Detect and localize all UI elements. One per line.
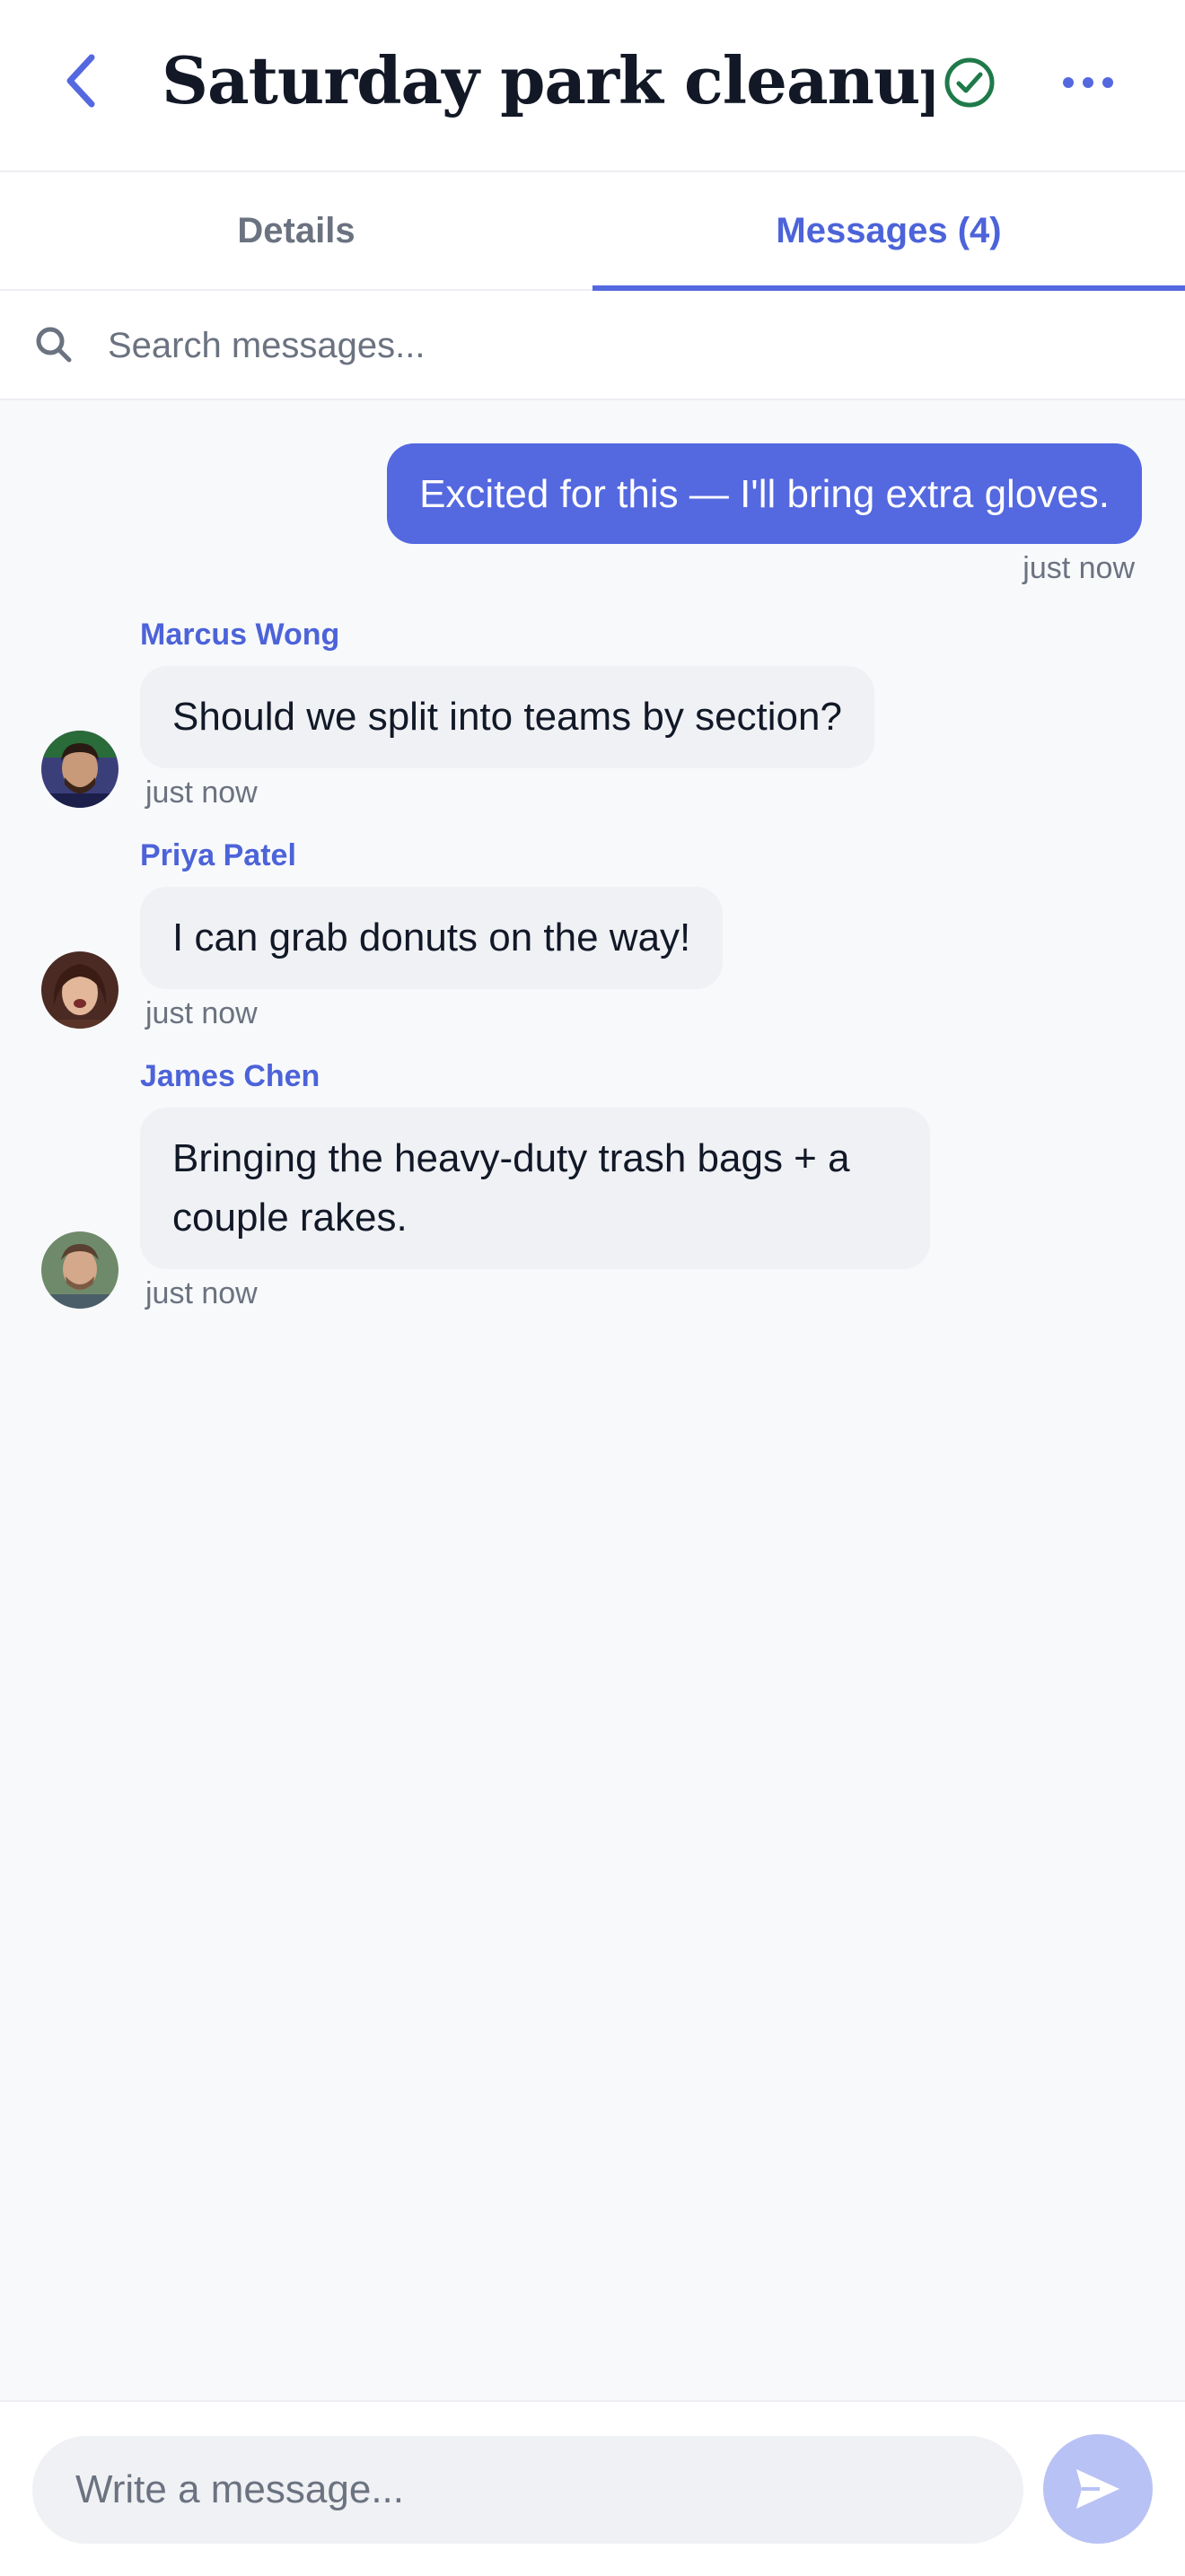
message-bubble-incoming: Should we split into teams by section?	[140, 666, 874, 768]
message-timestamp: just now	[1023, 551, 1135, 585]
message-sender-name: James Chen	[140, 1059, 320, 1093]
avatar-image	[41, 1231, 118, 1309]
avatar[interactable]	[41, 1231, 118, 1309]
avatar-image	[41, 951, 118, 1029]
message-composer	[0, 2400, 1185, 2576]
app-root: Saturday park cleanup Details Messages (…	[0, 0, 1185, 2576]
chevron-left-icon	[66, 54, 95, 108]
ellipsis-icon	[1063, 77, 1113, 88]
back-button[interactable]	[54, 45, 108, 117]
message-sender-name: Priya Patel	[140, 838, 296, 872]
page-title: Saturday park cleanup	[162, 42, 934, 118]
search-bar	[0, 291, 1185, 400]
status-button[interactable]	[941, 54, 998, 111]
message-timestamp: just now	[145, 775, 258, 810]
message-bubble-outgoing: Excited for this — I'll bring extra glov…	[387, 443, 1142, 544]
avatar-image	[41, 731, 118, 808]
header-bar: Saturday park cleanup	[0, 0, 1185, 172]
tab-messages[interactable]: Messages (4)	[592, 172, 1185, 289]
message-sender-name: Marcus Wong	[140, 618, 340, 652]
check-circle-icon	[944, 57, 995, 108]
message-bubble-incoming: I can grab donuts on the way!	[140, 887, 724, 989]
message-timestamp: just now	[145, 1276, 258, 1310]
avatar[interactable]	[41, 951, 118, 1029]
message-timestamp: just now	[145, 996, 258, 1030]
more-options-button[interactable]	[1056, 54, 1120, 111]
send-button[interactable]	[1043, 2434, 1153, 2544]
avatar[interactable]	[41, 731, 118, 808]
message-bubble-incoming: Bringing the heavy-duty trash bags + a c…	[140, 1108, 930, 1269]
tab-details[interactable]: Details	[0, 172, 592, 289]
search-input[interactable]	[106, 309, 1151, 382]
tab-bar: Details Messages (4)	[0, 172, 1185, 291]
message-input[interactable]	[32, 2436, 1023, 2544]
send-icon	[1076, 2469, 1119, 2509]
search-icon	[36, 327, 72, 363]
